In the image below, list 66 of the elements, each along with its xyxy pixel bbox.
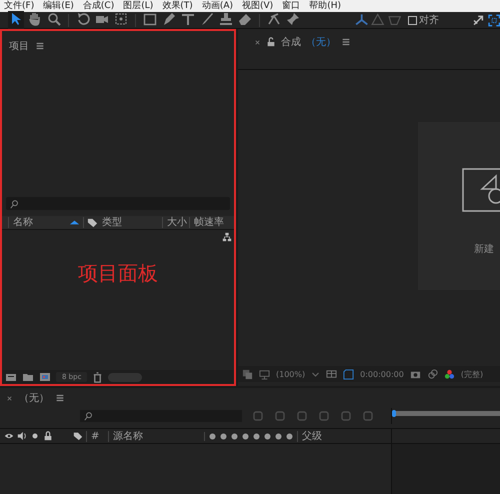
interpret-footage-icon[interactable] <box>5 371 17 383</box>
panel-title: 合成 <box>281 36 301 49</box>
grid-icon[interactable] <box>326 368 338 380</box>
new-composition-icon[interactable] <box>39 371 51 383</box>
search-icon <box>84 411 94 421</box>
menu-item[interactable]: 效果(T) <box>162 0 193 12</box>
color-channels-icon[interactable] <box>444 368 455 380</box>
column-header[interactable]: 帧速率 <box>189 217 224 228</box>
tag-icon[interactable] <box>87 217 98 228</box>
tag-icon[interactable] <box>73 431 83 441</box>
column-header[interactable]: 父级 <box>297 430 322 442</box>
roto-tool-icon[interactable] <box>266 10 282 26</box>
pin-tool-icon[interactable] <box>284 10 301 26</box>
axis-icon[interactable] <box>354 13 368 27</box>
menu-icon[interactable] <box>55 393 65 403</box>
lock-icon[interactable] <box>266 37 276 47</box>
menu-item[interactable]: 视图(V) <box>242 0 274 12</box>
column-header[interactable]: 大小 <box>162 217 189 228</box>
eye-icon[interactable] <box>4 431 14 441</box>
flowchart-icon[interactable] <box>222 232 232 242</box>
trash-icon[interactable] <box>92 372 104 382</box>
pan-tool-icon[interactable] <box>112 10 129 26</box>
expand-arrow-icon[interactable] <box>472 14 484 26</box>
menu-item[interactable]: 编辑(E) <box>43 0 74 12</box>
menu-item[interactable]: 图层(L) <box>123 0 154 12</box>
playhead[interactable] <box>392 410 396 417</box>
resolution-dropdown[interactable]: (完整) <box>460 368 484 380</box>
menu-icon[interactable] <box>341 37 351 47</box>
menu-item[interactable]: 合成(C) <box>82 0 114 12</box>
stamp-tool-icon[interactable] <box>218 10 234 26</box>
grid-select-icon[interactable] <box>488 14 500 26</box>
speaker-icon[interactable] <box>17 431 27 441</box>
snap-label: 对齐 <box>419 14 440 27</box>
column-header[interactable]: 名称 <box>8 217 69 228</box>
composition-icon <box>462 168 500 212</box>
solo-dot-icon[interactable] <box>30 431 40 441</box>
folder-icon[interactable] <box>22 371 34 383</box>
panel-title: 项目 <box>9 40 29 53</box>
zoom-dropdown[interactable]: (100%) <box>276 370 306 378</box>
close-icon[interactable] <box>254 38 261 46</box>
monitor-icon[interactable] <box>259 368 270 380</box>
hand-tool-icon[interactable] <box>27 10 43 26</box>
column-header[interactable]: # <box>86 430 105 442</box>
menu-item[interactable]: 帮助(H) <box>309 0 341 12</box>
timeline-tab[interactable]: （无） <box>19 391 49 405</box>
chevron-down-icon[interactable] <box>311 370 320 378</box>
menu-item[interactable]: 动画(A) <box>202 0 233 12</box>
lock-icon[interactable] <box>43 431 53 441</box>
menu-icon[interactable] <box>35 41 45 51</box>
mask-icon[interactable] <box>343 368 354 380</box>
menu-item[interactable]: 文件(F) <box>4 0 34 12</box>
snapshot-icon[interactable] <box>426 368 438 380</box>
close-icon[interactable] <box>6 394 13 402</box>
new-composition-label: 新建 <box>474 242 495 256</box>
search-icon <box>10 198 20 208</box>
search-field[interactable] <box>80 410 242 422</box>
zoom-tool-icon[interactable] <box>46 10 62 26</box>
timecode[interactable]: 0:00:00:00 <box>360 370 404 378</box>
snap-checkbox[interactable] <box>408 16 418 24</box>
menu-item[interactable]: 窗口 <box>282 0 300 12</box>
column-header[interactable]: 类型 <box>98 217 162 228</box>
annotation-text: 项目面板 <box>78 260 158 287</box>
composition-name[interactable]: （无） <box>306 35 336 49</box>
column-header[interactable]: 源名称 <box>108 430 201 442</box>
search-field[interactable] <box>6 197 230 210</box>
new-composition-card[interactable]: 新建 <box>418 122 500 290</box>
